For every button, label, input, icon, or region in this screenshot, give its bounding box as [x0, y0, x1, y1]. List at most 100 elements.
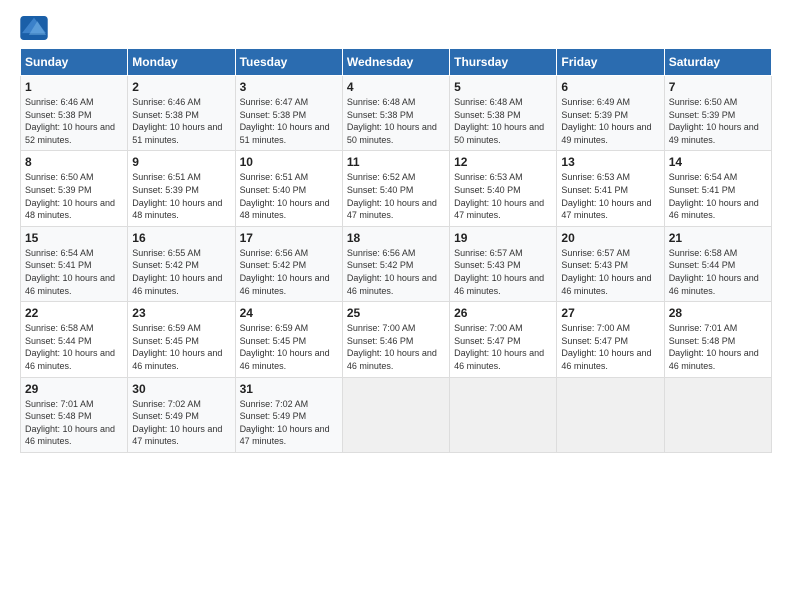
day-number: 14 [669, 155, 767, 169]
calendar-cell: 28 Sunrise: 7:01 AMSunset: 5:48 PMDayligh… [664, 302, 771, 377]
calendar-cell: 6 Sunrise: 6:49 AMSunset: 5:39 PMDaylight… [557, 76, 664, 151]
day-number: 1 [25, 80, 123, 94]
day-number: 17 [240, 231, 338, 245]
day-info: Sunrise: 6:54 AMSunset: 5:41 PMDaylight:… [25, 247, 123, 297]
calendar-cell: 23 Sunrise: 6:59 AMSunset: 5:45 PMDayligh… [128, 302, 235, 377]
calendar-cell: 10Sunrise: 6:51 AMSunset: 5:40 PMDayligh… [235, 151, 342, 226]
day-number: 11 [347, 155, 445, 169]
day-info: Sunrise: 6:53 AMSunset: 5:40 PMDaylight:… [454, 171, 552, 221]
col-header-thursday: Thursday [450, 49, 557, 76]
day-info: Sunrise: 7:01 AMSunset: 5:48 PMDaylight:… [25, 398, 123, 448]
calendar-week-row: 15 Sunrise: 6:54 AMSunset: 5:41 PMDayligh… [21, 226, 772, 301]
day-number: 28 [669, 306, 767, 320]
day-info: Sunrise: 6:47 AMSunset: 5:38 PMDaylight:… [240, 96, 338, 146]
day-info: Sunrise: 7:01 AMSunset: 5:48 PMDaylight:… [669, 322, 767, 372]
day-info: Sunrise: 6:57 AMSunset: 5:43 PMDaylight:… [561, 247, 659, 297]
calendar-week-row: 1 Sunrise: 6:46 AMSunset: 5:38 PMDaylight… [21, 76, 772, 151]
calendar-cell: 14 Sunrise: 6:54 AMSunset: 5:41 PMDayligh… [664, 151, 771, 226]
day-info: Sunrise: 6:57 AMSunset: 5:43 PMDaylight:… [454, 247, 552, 297]
day-number: 6 [561, 80, 659, 94]
day-info: Sunrise: 6:48 AMSunset: 5:38 PMDaylight:… [454, 96, 552, 146]
day-info: Sunrise: 6:55 AMSunset: 5:42 PMDaylight:… [132, 247, 230, 297]
logo-icon [20, 16, 48, 40]
day-info: Sunrise: 6:53 AMSunset: 5:41 PMDaylight:… [561, 171, 659, 221]
calendar-week-row: 8Sunrise: 6:50 AMSunset: 5:39 PMDaylight… [21, 151, 772, 226]
calendar-cell: 27Sunrise: 7:00 AMSunset: 5:47 PMDayligh… [557, 302, 664, 377]
day-number: 30 [132, 382, 230, 396]
day-info: Sunrise: 6:59 AMSunset: 5:45 PMDaylight:… [240, 322, 338, 372]
col-header-wednesday: Wednesday [342, 49, 449, 76]
day-number: 4 [347, 80, 445, 94]
day-info: Sunrise: 6:46 AMSunset: 5:38 PMDaylight:… [132, 96, 230, 146]
calendar-cell: 4 Sunrise: 6:48 AMSunset: 5:38 PMDaylight… [342, 76, 449, 151]
calendar-cell [664, 377, 771, 452]
col-header-friday: Friday [557, 49, 664, 76]
day-number: 7 [669, 80, 767, 94]
day-info: Sunrise: 6:56 AMSunset: 5:42 PMDaylight:… [347, 247, 445, 297]
day-number: 16 [132, 231, 230, 245]
calendar-cell: 8Sunrise: 6:50 AMSunset: 5:39 PMDaylight… [21, 151, 128, 226]
day-number: 23 [132, 306, 230, 320]
day-number: 31 [240, 382, 338, 396]
day-number: 9 [132, 155, 230, 169]
calendar-cell: 3 Sunrise: 6:47 AMSunset: 5:38 PMDaylight… [235, 76, 342, 151]
col-header-saturday: Saturday [664, 49, 771, 76]
day-info: Sunrise: 6:51 AMSunset: 5:39 PMDaylight:… [132, 171, 230, 221]
calendar-cell: 26 Sunrise: 7:00 AMSunset: 5:47 PMDayligh… [450, 302, 557, 377]
day-number: 25 [347, 306, 445, 320]
day-info: Sunrise: 7:02 AMSunset: 5:49 PMDaylight:… [132, 398, 230, 448]
calendar-cell: 31 Sunrise: 7:02 AMSunset: 5:49 PMDayligh… [235, 377, 342, 452]
calendar-week-row: 22Sunrise: 6:58 AMSunset: 5:44 PMDayligh… [21, 302, 772, 377]
calendar-cell: 7 Sunrise: 6:50 AMSunset: 5:39 PMDaylight… [664, 76, 771, 151]
day-number: 2 [132, 80, 230, 94]
calendar-cell: 22Sunrise: 6:58 AMSunset: 5:44 PMDayligh… [21, 302, 128, 377]
calendar-cell: 18 Sunrise: 6:56 AMSunset: 5:42 PMDayligh… [342, 226, 449, 301]
day-info: Sunrise: 6:59 AMSunset: 5:45 PMDaylight:… [132, 322, 230, 372]
calendar-cell: 29 Sunrise: 7:01 AMSunset: 5:48 PMDayligh… [21, 377, 128, 452]
day-number: 5 [454, 80, 552, 94]
calendar-cell: 24 Sunrise: 6:59 AMSunset: 5:45 PMDayligh… [235, 302, 342, 377]
day-number: 10 [240, 155, 338, 169]
day-number: 3 [240, 80, 338, 94]
calendar-cell: 5 Sunrise: 6:48 AMSunset: 5:38 PMDaylight… [450, 76, 557, 151]
calendar-cell [342, 377, 449, 452]
day-number: 19 [454, 231, 552, 245]
day-number: 29 [25, 382, 123, 396]
day-info: Sunrise: 7:00 AMSunset: 5:47 PMDaylight:… [561, 322, 659, 372]
calendar-cell: 19 Sunrise: 6:57 AMSunset: 5:43 PMDayligh… [450, 226, 557, 301]
calendar-cell: 12 Sunrise: 6:53 AMSunset: 5:40 PMDayligh… [450, 151, 557, 226]
day-info: Sunrise: 6:50 AMSunset: 5:39 PMDaylight:… [669, 96, 767, 146]
calendar-cell: 25 Sunrise: 7:00 AMSunset: 5:46 PMDayligh… [342, 302, 449, 377]
calendar-cell [557, 377, 664, 452]
day-number: 18 [347, 231, 445, 245]
calendar-cell: 16 Sunrise: 6:55 AMSunset: 5:42 PMDayligh… [128, 226, 235, 301]
day-number: 15 [25, 231, 123, 245]
day-info: Sunrise: 6:54 AMSunset: 5:41 PMDaylight:… [669, 171, 767, 221]
day-info: Sunrise: 7:00 AMSunset: 5:46 PMDaylight:… [347, 322, 445, 372]
logo [20, 16, 52, 40]
day-number: 12 [454, 155, 552, 169]
calendar-cell: 1 Sunrise: 6:46 AMSunset: 5:38 PMDaylight… [21, 76, 128, 151]
day-number: 26 [454, 306, 552, 320]
day-info: Sunrise: 6:52 AMSunset: 5:40 PMDaylight:… [347, 171, 445, 221]
col-header-sunday: Sunday [21, 49, 128, 76]
day-info: Sunrise: 6:46 AMSunset: 5:38 PMDaylight:… [25, 96, 123, 146]
page-header [20, 16, 772, 40]
day-info: Sunrise: 7:02 AMSunset: 5:49 PMDaylight:… [240, 398, 338, 448]
day-info: Sunrise: 6:56 AMSunset: 5:42 PMDaylight:… [240, 247, 338, 297]
calendar-cell: 2 Sunrise: 6:46 AMSunset: 5:38 PMDaylight… [128, 76, 235, 151]
col-header-tuesday: Tuesday [235, 49, 342, 76]
calendar-cell: 17 Sunrise: 6:56 AMSunset: 5:42 PMDayligh… [235, 226, 342, 301]
calendar-week-row: 29 Sunrise: 7:01 AMSunset: 5:48 PMDayligh… [21, 377, 772, 452]
day-number: 8 [25, 155, 123, 169]
day-info: Sunrise: 6:58 AMSunset: 5:44 PMDaylight:… [25, 322, 123, 372]
day-number: 21 [669, 231, 767, 245]
calendar-cell [450, 377, 557, 452]
day-info: Sunrise: 7:00 AMSunset: 5:47 PMDaylight:… [454, 322, 552, 372]
day-info: Sunrise: 6:48 AMSunset: 5:38 PMDaylight:… [347, 96, 445, 146]
day-info: Sunrise: 6:49 AMSunset: 5:39 PMDaylight:… [561, 96, 659, 146]
col-header-monday: Monday [128, 49, 235, 76]
day-number: 24 [240, 306, 338, 320]
day-number: 20 [561, 231, 659, 245]
calendar-table: SundayMondayTuesdayWednesdayThursdayFrid… [20, 48, 772, 453]
